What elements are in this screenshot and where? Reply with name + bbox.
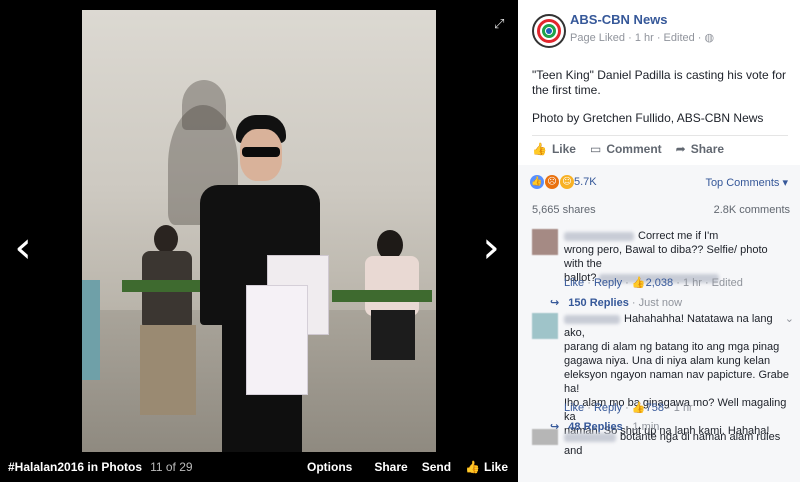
post-sidebar: ABS-CBN News Page Liked · 1 hr · Edited … (518, 0, 800, 482)
photo-person-main (192, 115, 332, 452)
post-share-button[interactable]: ➦ Share (676, 142, 724, 156)
post-share-label: Share (690, 142, 725, 156)
reaction-icons[interactable]: 👍 ☹ ☺ (530, 175, 575, 189)
expand-icon[interactable]: ⤢ (494, 18, 508, 32)
replies-link[interactable]: ↪ 150 Replies · Just now (550, 296, 682, 310)
angry-reaction-icon: ☹ (545, 175, 559, 189)
comment-like-link[interactable]: Like (564, 277, 584, 289)
comment-body: botante nga di naman alam rules and (564, 430, 790, 458)
send-button[interactable]: Send (422, 460, 451, 474)
chevron-down-icon[interactable]: ⌄ (785, 312, 794, 326)
reaction-count[interactable]: 5.7K (574, 176, 597, 188)
abs-cbn-logo[interactable] (532, 14, 566, 48)
comment-reply-link[interactable]: Reply (594, 402, 622, 414)
comment-time: 1 hr · Edited (682, 277, 743, 289)
comment-text: Correct me if I'm (638, 230, 719, 242)
post-actions: 👍 Like ▭ Comment ➦ Share (532, 142, 738, 156)
comments-list: Correct me if I'm wrong pero, Bawal to d… (518, 222, 800, 482)
comment-line: eleksyon ngayon naman nav papicture. Gra… (564, 369, 790, 395)
comments-count[interactable]: 2.8K comments (714, 204, 790, 216)
divider (532, 135, 788, 136)
commenter-name-redacted[interactable] (564, 231, 634, 241)
reply-arrow-icon: ↪ (550, 296, 560, 309)
comment-line: gagawa niya. Una di niya alam kung kelan (564, 355, 771, 367)
replies-count: 150 Replies (568, 297, 629, 309)
replies-time: · Just now (631, 297, 683, 309)
reactions-row: 👍 ☹ ☺ 5.7K Top Comments ▾ (518, 165, 800, 200)
like-reaction-icon: 👍 (530, 175, 544, 189)
comment-time: 1 hr (673, 402, 693, 414)
comment-icon: ▭ (589, 142, 602, 156)
chevron-right-icon[interactable]: › (476, 226, 506, 270)
post-comment-button[interactable]: ▭ Comment (590, 142, 662, 156)
photo-viewer: ‹ › ⤢ #Halalan2016 in Photos 11 of 29 Op… (0, 0, 518, 482)
haha-reaction-icon: ☺ (560, 175, 574, 189)
comment-like-count[interactable]: 758 (646, 402, 664, 414)
photo-position: 11 of 29 (150, 460, 193, 474)
comment-like-count[interactable]: 2,038 (646, 277, 674, 289)
page-meta: Page Liked · 1 hr · Edited · ◍ (570, 31, 714, 44)
top-comments-dropdown[interactable]: Top Comments ▾ (705, 176, 788, 189)
thumbs-up-icon: 👍 (631, 276, 646, 289)
commenter-name-redacted[interactable] (564, 314, 620, 324)
post-like-button[interactable]: 👍 Like (532, 142, 576, 156)
commenter-name-redacted[interactable] (564, 432, 616, 442)
like-label: Like (483, 460, 508, 474)
photo-bench-right (332, 290, 432, 302)
post-comment-label: Comment (606, 142, 662, 156)
share-icon: ➦ (675, 142, 686, 156)
page-meta-text: Page Liked · 1 hr · Edited · (570, 32, 705, 44)
avatar[interactable] (532, 229, 558, 255)
photo[interactable] (82, 10, 436, 452)
thumbs-up-icon: 👍 (532, 142, 547, 156)
share-button[interactable]: Share (374, 460, 407, 474)
chevron-left-icon[interactable]: ‹ (8, 226, 38, 270)
avatar[interactable] (532, 429, 558, 445)
thumbs-up-icon: 👍 (631, 401, 646, 414)
comment-actions: Like · Reply · 👍758 · 1 hr (564, 401, 693, 414)
comment-line: parang di alam ng batang ito ang mga pin… (564, 341, 780, 353)
viewer-bottom-bar: #Halalan2016 in Photos 11 of 29 Options … (0, 452, 518, 482)
post-text: "Teen King" Daniel Padilla is casting hi… (532, 68, 786, 97)
page-header (532, 14, 566, 48)
avatar[interactable] (532, 313, 558, 339)
options-button[interactable]: Options (307, 460, 352, 474)
like-button[interactable]: 👍 Like (465, 460, 508, 474)
comment-actions: Like · Reply · 👍2,038 · 1 hr · Edited (564, 276, 743, 289)
comment-like-link[interactable]: Like (564, 402, 584, 414)
thumbs-up-icon: 👍 (465, 460, 480, 474)
shares-count[interactable]: 5,665 shares (532, 204, 596, 216)
globe-icon: ◍ (704, 31, 715, 44)
post-credit: Photo by Gretchen Fullido, ABS-CBN News (532, 111, 764, 125)
comment-reply-link[interactable]: Reply (594, 277, 622, 289)
page-name[interactable]: ABS-CBN News (570, 12, 668, 27)
shares-row: 5,665 shares 2.8K comments (518, 200, 800, 222)
comment-text: wrong pero, Bawal to diba?? Selfie/ phot… (564, 244, 768, 270)
post-like-label: Like (551, 142, 576, 156)
viewer-actions: Options Share Send 👍 Like (285, 452, 508, 482)
album-title[interactable]: #Halalan2016 in Photos (8, 460, 142, 474)
photo-chair-left (82, 280, 100, 380)
